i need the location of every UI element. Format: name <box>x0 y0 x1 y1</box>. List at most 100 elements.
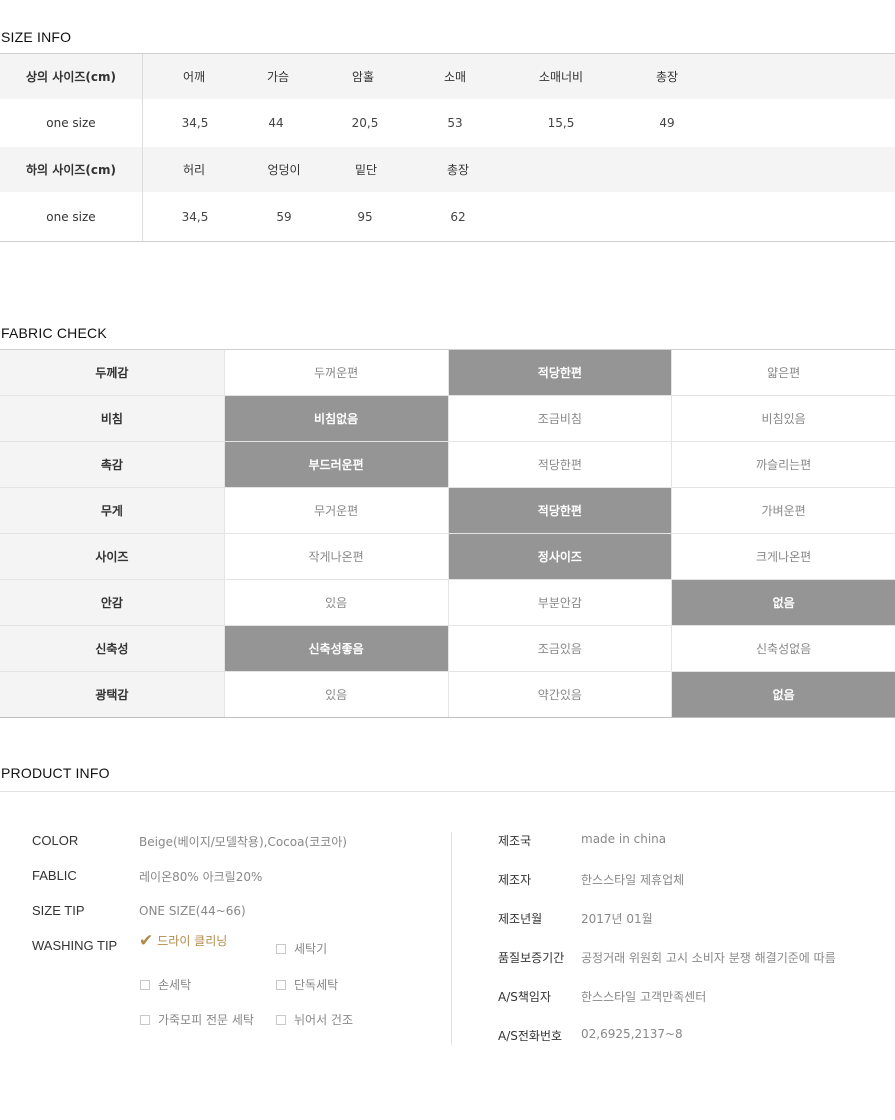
as-phone-label: A/S전화번호 <box>498 1029 563 1043</box>
checkbox-empty-icon <box>276 979 286 990</box>
fabric-option: 약간있음 <box>447 672 672 717</box>
fabric-option: 비침있음 <box>671 396 895 441</box>
size-bottom-value-row: one size 34,5 59 95 62 <box>0 192 895 241</box>
warranty-label: 품질보증기간 <box>498 951 565 965</box>
washing-option-label: 세탁기 <box>294 942 328 956</box>
size-top-header: 소매 <box>443 70 467 84</box>
size-tip-value: ONE SIZE(44~66) <box>139 904 246 918</box>
product-info-title: PRODUCT INFO <box>1 765 110 781</box>
fabric-row-label: 비침 <box>0 396 224 441</box>
size-bottom-value: 95 <box>357 209 373 224</box>
manufacture-date-label: 제조년월 <box>498 912 543 926</box>
washing-option-label: 손세탁 <box>158 978 192 992</box>
size-top-header: 어깨 <box>182 70 206 84</box>
manufacture-date-value: 2017년 01월 <box>581 912 653 926</box>
fabric-option: 얇은편 <box>671 350 895 395</box>
size-table: 상의 사이즈(cm) 어깨 가슴 암홀 소매 소매너비 총장 one size … <box>0 53 895 242</box>
fabric-row: 사이즈 작게나온편 정사이즈 크게나온편 <box>0 534 895 580</box>
color-value: Beige(베이지/모델착용),Cocoa(코코아) <box>139 835 347 849</box>
size-bottom-header: 밑단 <box>354 163 378 177</box>
washing-tip-label: WASHING TIP <box>32 938 118 953</box>
checkmark-icon: ✔ <box>139 930 154 951</box>
washing-option-machine: 세탁기 <box>276 940 327 957</box>
fabric-option-selected: 적당한편 <box>447 488 672 533</box>
washing-option-label: 드라이 클리닝 <box>157 934 228 948</box>
checkbox-empty-icon <box>276 1014 286 1025</box>
fabric-row-label: 촉감 <box>0 442 224 487</box>
fabric-row: 무게 무거운편 적당한편 가벼운편 <box>0 488 895 534</box>
fabric-option: 적당한편 <box>447 442 672 487</box>
origin-label: 제조국 <box>498 834 532 848</box>
as-phone-value: 02,6925,2137~8 <box>581 1027 683 1041</box>
manufacturer-label: 제조자 <box>498 873 532 887</box>
fabric-row: 안감 있음 부분안감 없음 <box>0 580 895 626</box>
size-bottom-value: 34,5 <box>181 209 209 224</box>
size-bottom-header-row: 하의 사이즈(cm) 허리 엉덩이 밑단 총장 <box>0 147 895 192</box>
washing-option-label: 가죽모피 전문 세탁 <box>158 1013 254 1027</box>
fabric-option: 신축성없음 <box>671 626 895 671</box>
size-top-row-label: one size <box>46 116 96 130</box>
size-bottom-value: 59 <box>276 209 292 224</box>
size-bottom-row-label: one size <box>46 209 96 224</box>
fabric-option-selected: 없음 <box>671 580 895 625</box>
size-top-header-row: 상의 사이즈(cm) 어깨 가슴 암홀 소매 소매너비 총장 <box>0 54 895 99</box>
size-bottom-header: 허리 <box>182 163 206 177</box>
size-bottom-value: 62 <box>450 209 466 224</box>
size-bottom-header: 총장 <box>446 163 470 177</box>
product-info-column-divider <box>451 832 452 1045</box>
fabric-option-selected: 부드러운편 <box>223 442 448 487</box>
fabric-option: 가벼운편 <box>671 488 895 533</box>
checkbox-empty-icon <box>140 1014 150 1025</box>
washing-option-label: 단독세탁 <box>294 978 339 992</box>
color-label: COLOR <box>32 833 79 848</box>
fabric-option-selected: 비침없음 <box>223 396 448 441</box>
product-info-divider <box>0 791 895 792</box>
washing-option-dry-clean: ✔ 드라이 클리닝 <box>139 932 227 949</box>
fabric-option: 있음 <box>223 580 448 625</box>
washing-option-label: 뉘어서 건조 <box>294 1013 354 1027</box>
fabric-option-selected: 정사이즈 <box>447 534 672 579</box>
fabric-option: 조금있음 <box>447 626 672 671</box>
fabric-row: 촉감 부드러운편 적당한편 까슬리는편 <box>0 442 895 488</box>
fabric-check-title: FABRIC CHECK <box>1 325 107 341</box>
fabric-row-label: 광택감 <box>0 672 224 717</box>
fabric-row-label: 신축성 <box>0 626 224 671</box>
fablic-value: 레이온80% 아크릴20% <box>139 870 263 884</box>
fabric-option: 작게나온편 <box>223 534 448 579</box>
fabric-row-label: 무게 <box>0 488 224 533</box>
fabric-row: 비침 비침없음 조금비침 비침있음 <box>0 396 895 442</box>
fabric-option-selected: 적당한편 <box>447 350 672 395</box>
fabric-row: 신축성 신축성좋음 조금있음 신축성없음 <box>0 626 895 672</box>
fablic-label: FABLIC <box>32 868 77 883</box>
fabric-option-selected: 신축성좋음 <box>223 626 448 671</box>
size-top-value: 20,5 <box>351 116 379 130</box>
size-top-value: 44 <box>268 116 284 130</box>
fabric-row-label: 안감 <box>0 580 224 625</box>
washing-option-separate: 단독세탁 <box>276 976 338 993</box>
washing-option-leather: 가죽모피 전문 세탁 <box>140 1011 254 1028</box>
size-top-value-row: one size 34,5 44 20,5 53 15,5 49 <box>0 99 895 147</box>
size-top-value: 34,5 <box>181 116 209 130</box>
origin-value: made in china <box>581 832 667 846</box>
fabric-row-label: 사이즈 <box>0 534 224 579</box>
fabric-row: 광택감 있음 약간있음 없음 <box>0 672 895 717</box>
manufacturer-value: 한스스타일 제휴업체 <box>581 873 685 887</box>
fabric-option: 크게나온편 <box>671 534 895 579</box>
size-bottom-header: 엉덩이 <box>267 163 301 177</box>
size-top-header: 소매너비 <box>538 70 584 84</box>
size-top-header: 암홀 <box>351 70 375 84</box>
fabric-option: 두꺼운편 <box>223 350 448 395</box>
size-top-value: 49 <box>659 116 675 130</box>
washing-option-hand: 손세탁 <box>140 976 191 993</box>
fabric-option-selected: 없음 <box>671 672 895 717</box>
fabric-option: 있음 <box>223 672 448 717</box>
size-top-label: 상의 사이즈(cm) <box>26 70 116 84</box>
fabric-table: 두께감 두꺼운편 적당한편 얇은편 비침 비침없음 조금비침 비침있음 촉감 부드러운편 적당한편 까… <box>0 349 895 718</box>
size-top-header: 가슴 <box>266 70 290 84</box>
size-tip-label: SIZE TIP <box>32 903 85 918</box>
checkbox-empty-icon <box>276 943 286 954</box>
washing-option-flat-dry: 뉘어서 건조 <box>276 1011 353 1028</box>
fabric-option: 무거운편 <box>223 488 448 533</box>
size-info-title: SIZE INFO <box>1 29 72 45</box>
fabric-row: 두께감 두꺼운편 적당한편 얇은편 <box>0 350 895 396</box>
